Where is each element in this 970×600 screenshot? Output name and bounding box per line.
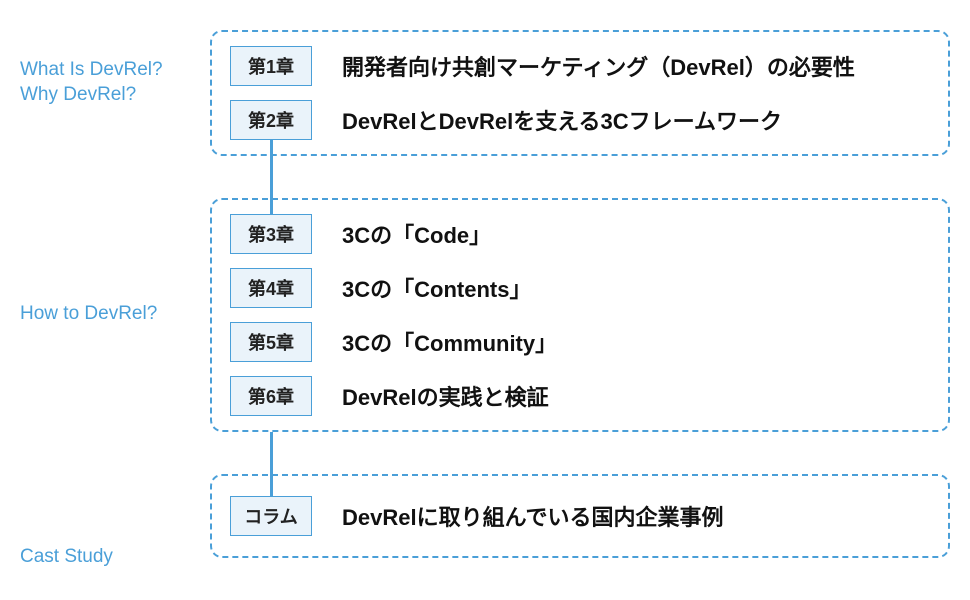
chapter-row: 第1章 開発者向け共創マーケティング（DevRel）の必要性 [230,46,930,86]
chapter-title-5: 3Cの「Community」 [342,326,557,358]
chapter-title-3: 3Cの「Code」 [342,218,491,250]
chapter-row: 第5章 3Cの「Community」 [230,322,930,362]
chapter-box-4: 第4章 [230,268,312,308]
section-box-how: 第3章 3Cの「Code」 第4章 3Cの「Contents」 第5章 3Cの「… [210,198,950,432]
chapter-title-2: DevRelとDevRelを支える3Cフレームワーク [342,104,782,136]
chapter-title-6: DevRelの実践と検証 [342,380,549,412]
section-label-what-why: What Is DevRel? Why DevRel? [20,58,210,107]
section-box-case-study: コラム DevRelに取り組んでいる国内企業事例 [210,474,950,558]
chapter-row: 第6章 DevRelの実践と検証 [230,376,930,416]
column-title: DevRelに取り組んでいる国内企業事例 [342,500,724,532]
chapter-box-6: 第6章 [230,376,312,416]
chapter-row: 第4章 3Cの「Contents」 [230,268,930,308]
chapter-title-1: 開発者向け共創マーケティング（DevRel）の必要性 [342,50,855,82]
chapter-title-4: 3Cの「Contents」 [342,272,531,304]
column-box: コラム [230,496,312,536]
section-box-intro: 第1章 開発者向け共創マーケティング（DevRel）の必要性 第2章 DevRe… [210,30,950,156]
chapter-box-2: 第2章 [230,100,312,140]
chapter-row: 第2章 DevRelとDevRelを支える3Cフレームワーク [230,100,930,140]
chapter-box-3: 第3章 [230,214,312,254]
section-label-case-study: Cast Study [20,545,210,570]
chapter-row: コラム DevRelに取り組んでいる国内企業事例 [230,496,930,536]
label-line-1: What Is DevRel? [20,59,163,80]
chapter-box-5: 第5章 [230,322,312,362]
chapter-box-1: 第1章 [230,46,312,86]
section-label-how: How to DevRel? [20,302,210,327]
label-line-2: Why DevRel? [20,84,136,105]
chapter-row: 第3章 3Cの「Code」 [230,214,930,254]
